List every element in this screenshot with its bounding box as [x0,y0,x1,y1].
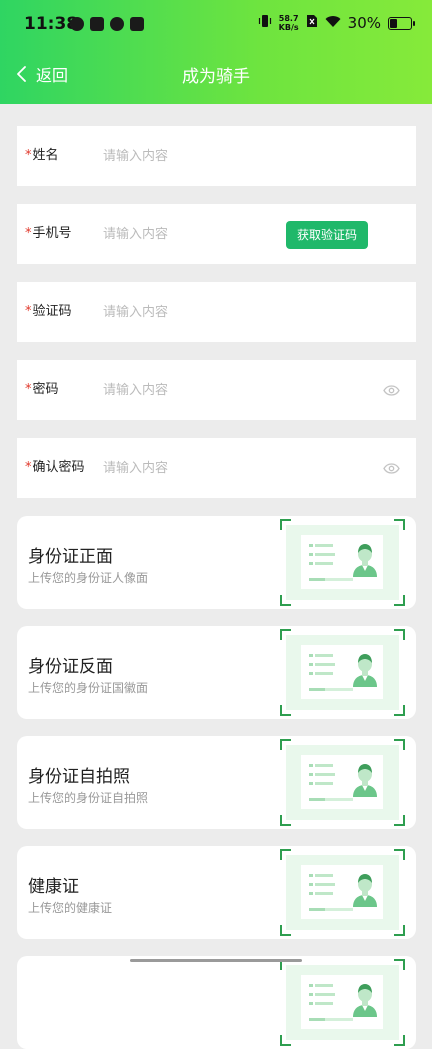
confirm-password-label: *确认密码 [25,438,85,498]
network-speed-unit: KB/s [278,23,299,32]
battery-percent: 30% [347,14,381,32]
required-mark: * [25,382,32,397]
wifi-icon [325,14,341,32]
name-label: *姓名 [25,126,59,186]
network-speed-value: 58.7 [278,14,299,23]
code-label: *验证码 [25,282,72,342]
upload-card-id-front[interactable]: 身份证正面 上传您的身份证人像面 [17,516,416,609]
code-field-row: *验证码 [17,282,416,342]
id-card-icon[interactable] [280,959,405,1046]
upload-subtitle: 上传您的身份证自拍照 [28,791,149,805]
upload-subtitle: 上传您的健康证 [28,901,113,915]
fan-icon [70,17,84,31]
page-title: 成为骑手 [182,67,250,87]
required-mark: * [25,460,32,475]
upload-subtitle: 上传您的身份证人像面 [28,571,149,585]
status-bar: 11:38 58.7 KB/s 30% [0,0,432,50]
upload-card-id-back[interactable]: 身份证反面 上传您的身份证国徽面 [17,626,416,719]
confirm-password-label-text: 确认密码 [32,460,85,475]
upload-card-health-cert[interactable]: 健康证 上传您的健康证 [17,846,416,939]
battery-icon [388,16,415,30]
phone-label: *手机号 [25,204,72,264]
sim-icon [306,14,318,32]
upload-title: 健康证 [28,877,79,897]
upload-card-id-selfie[interactable]: 身份证自拍照 上传您的身份证自拍照 [17,736,416,829]
upload-title: 身份证自拍照 [28,767,130,787]
name-input[interactable] [103,142,263,170]
app-header: 11:38 58.7 KB/s 30% 返回 成为骑手 [0,0,432,104]
code-label-text: 验证码 [32,304,72,319]
get-code-button[interactable]: 获取验证码 [286,221,368,249]
notification-icons [70,17,144,31]
phone-input[interactable] [103,220,263,248]
scroll-indicator [130,959,302,962]
cloud-icon [90,17,104,31]
required-mark: * [25,304,32,319]
upload-title: 身份证反面 [28,657,113,677]
id-card-icon[interactable] [280,519,405,606]
id-card-icon[interactable] [280,849,405,936]
status-right: 58.7 KB/s 30% [258,14,415,32]
code-input[interactable] [103,298,263,326]
password-field-row: *密码 [17,360,416,420]
required-mark: * [25,148,32,163]
vibrate-icon [258,14,272,32]
name-field-row: *姓名 [17,126,416,186]
password-label-text: 密码 [32,382,59,397]
password-input[interactable] [103,376,263,404]
id-card-icon[interactable] [280,629,405,716]
weibo-icon [110,17,124,31]
upload-card-partial[interactable] [17,956,416,1049]
phone-field-row: *手机号 获取验证码 [17,204,416,264]
upload-title: 身份证正面 [28,547,113,567]
name-label-text: 姓名 [32,148,59,163]
user-icon [130,17,144,31]
phone-label-text: 手机号 [32,226,72,241]
network-speed: 58.7 KB/s [279,14,299,32]
required-mark: * [25,226,32,241]
confirm-password-input[interactable] [103,454,263,482]
upload-subtitle: 上传您的身份证国徽面 [28,681,149,695]
eye-icon[interactable] [383,381,400,400]
id-card-icon[interactable] [280,739,405,826]
password-label: *密码 [25,360,59,420]
eye-icon[interactable] [383,459,400,478]
confirm-password-field-row: *确认密码 [17,438,416,498]
